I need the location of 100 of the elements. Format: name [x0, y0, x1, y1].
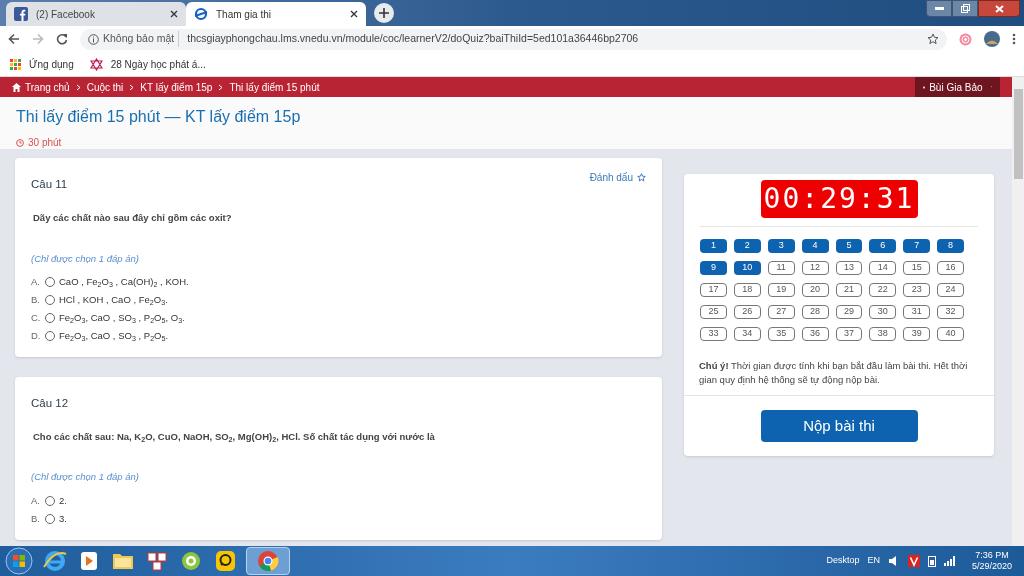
scrollbar[interactable] [1012, 77, 1024, 546]
address-field[interactable]: Không bảo mật thcsgiayphongchau.lms.vnedu.vn/module/coc/learnerV2/doQuiz?baiThiId=5ed101a36446bp2706 [80, 28, 947, 50]
browser-tab[interactable]: (2) Facebook [6, 2, 186, 26]
breadcrumb-link[interactable]: Cuộc thi [86, 79, 124, 95]
question-number-button[interactable]: 22 [869, 283, 897, 297]
question-number-button[interactable]: 1 [700, 239, 727, 253]
keyboard-app-icon[interactable] [144, 549, 170, 573]
question-number-button[interactable]: 27 [767, 305, 795, 319]
browser-e-icon[interactable] [42, 549, 68, 573]
new-tab-button[interactable] [374, 3, 394, 23]
close-icon [994, 4, 1004, 13]
maximize-button[interactable] [952, 0, 978, 17]
clock-icon [16, 138, 24, 147]
browser-tab[interactable]: Tham gia thi [186, 2, 366, 26]
question-number-button[interactable]: 36 [801, 327, 829, 341]
user-menu[interactable]: Bùi Gia Bảo [915, 77, 1000, 97]
question-number-button[interactable]: 39 [903, 327, 931, 341]
option-text: 2. [59, 493, 67, 508]
answer-option[interactable]: A. CaO , Fe$_{2}$O$_{3}$ , Ca(OH)$_{2}$ , KOH. [31, 275, 646, 289]
tab-title: (2) Facebook [36, 7, 96, 22]
question-number-button[interactable]: 20 [801, 283, 829, 297]
question-number-button[interactable]: 6 [869, 239, 897, 253]
question-number-button[interactable]: 8 [937, 239, 964, 253]
answer-option[interactable]: C. Fe$_{2}$O$_{3}$, CaO , SO$_{3}$ , P$_{2}$O$_{5}$, O$_{3}$. [31, 311, 646, 325]
close-window-button[interactable] [978, 0, 1020, 17]
language-indicator[interactable]: EN [867, 554, 880, 568]
signal-icon[interactable] [943, 556, 956, 566]
answer-option[interactable]: D. Fe$_{2}$O$_{3}$, CaO , SO$_{3}$ , P$_{2}$O$_{5}$. [31, 329, 646, 343]
question-number-button[interactable]: 11 [767, 261, 795, 275]
question-number-button[interactable]: 10 [733, 261, 761, 275]
question-number-button[interactable]: 37 [835, 327, 863, 341]
question-number-button[interactable]: 40 [937, 327, 964, 341]
question-number-button[interactable]: 17 [700, 283, 727, 297]
question-number-button[interactable]: 23 [903, 283, 931, 297]
question-number-button[interactable]: 15 [903, 261, 931, 275]
option-text: 3. [59, 511, 67, 526]
duration-label: 30 phút [28, 136, 62, 150]
question-number-button[interactable]: 16 [937, 261, 964, 275]
question-number-button[interactable]: 12 [801, 261, 829, 275]
v-app-icon[interactable] [907, 555, 920, 567]
question-number-button[interactable]: 28 [801, 305, 829, 319]
battery-icon[interactable] [927, 555, 936, 567]
clock[interactable]: 7:36 PM 5/29/2020 [963, 550, 1020, 572]
question-number-button[interactable]: 4 [801, 239, 829, 253]
question-number-button[interactable]: 31 [903, 305, 931, 319]
option-letter: D. [31, 329, 42, 344]
question-number-button[interactable]: 33 [700, 327, 727, 341]
question-number-button[interactable]: 35 [767, 327, 795, 341]
answer-option[interactable]: A. 2. [31, 494, 646, 508]
question-number-button[interactable]: 38 [869, 327, 897, 341]
question-number-button[interactable]: 14 [869, 261, 897, 275]
answer-option[interactable]: B. 3. [31, 512, 646, 526]
question-number-button[interactable]: 30 [869, 305, 897, 319]
question-number-button[interactable]: 32 [937, 305, 964, 319]
globe-icon [194, 7, 208, 21]
star-of-david-icon [89, 57, 103, 71]
question-number-button[interactable]: 24 [937, 283, 964, 297]
close-icon[interactable] [170, 10, 178, 18]
reload-icon[interactable] [56, 33, 68, 45]
breadcrumb-link[interactable]: Thi lấy điểm 15 phút [229, 79, 320, 95]
breadcrumb-link[interactable]: KT lấy điểm 15p [140, 79, 213, 95]
question-number-button[interactable]: 5 [835, 239, 863, 253]
question-number-button[interactable]: 25 [700, 305, 727, 319]
question-text: Dãy các chất nào sau đây chỉ gồm các oxit? [33, 211, 233, 226]
star-icon[interactable] [927, 33, 939, 45]
facebook-icon [14, 7, 28, 21]
bookmark-item[interactable]: 28 Ngày học phát á... [89, 56, 206, 72]
url-text: thcsgiayphongchau.lms.vnedu.vn/module/coc/learnerV2/doQuiz?baiThiId=5ed101a36446bp2706 [186, 31, 640, 47]
chevron-icon [75, 83, 81, 91]
question-number-button[interactable]: 7 [903, 239, 931, 253]
back-icon[interactable] [8, 33, 20, 45]
minimize-button[interactable] [926, 0, 952, 17]
option-letter: B. [31, 293, 41, 308]
submit-button[interactable]: Nộp bài thi [760, 410, 918, 442]
menu-icon[interactable] [1012, 33, 1016, 45]
close-icon[interactable] [350, 10, 358, 18]
breadcrumb-link[interactable]: Trang chủ [25, 79, 70, 95]
question-number-button[interactable]: 29 [835, 305, 863, 319]
question-number-button[interactable]: 19 [767, 283, 795, 297]
tab-title: Tham gia thi [216, 7, 273, 22]
bookmark-item[interactable]: Ứng dụng [10, 56, 74, 72]
answer-option[interactable]: B. HCl , KOH , CaO , Fe$_{2}$O$_{3}$. [31, 293, 646, 307]
chrome-icon [257, 550, 279, 572]
home-icon [12, 82, 21, 92]
desktop-toolbar-label[interactable]: Desktop [826, 554, 860, 568]
option-letter: A. [31, 493, 41, 508]
question-number-button[interactable]: 2 [733, 239, 761, 253]
chrome-taskbar-button[interactable] [246, 547, 290, 575]
question-number-button[interactable]: 3 [767, 239, 795, 253]
avatar-icon[interactable] [984, 31, 1000, 47]
security-label: Không bảo mật [103, 31, 180, 47]
start-button[interactable] [4, 547, 34, 575]
question-number-button[interactable]: 9 [700, 261, 727, 275]
question-number-button[interactable]: 13 [835, 261, 863, 275]
question-number-button[interactable]: 34 [733, 327, 761, 341]
question-number-button[interactable]: 26 [733, 305, 761, 319]
question-number-button[interactable]: 18 [733, 283, 761, 297]
question-number-button[interactable]: 21 [835, 283, 863, 297]
plus-icon [379, 8, 389, 18]
bookmark-button[interactable]: Đánh dấu [589, 170, 646, 184]
